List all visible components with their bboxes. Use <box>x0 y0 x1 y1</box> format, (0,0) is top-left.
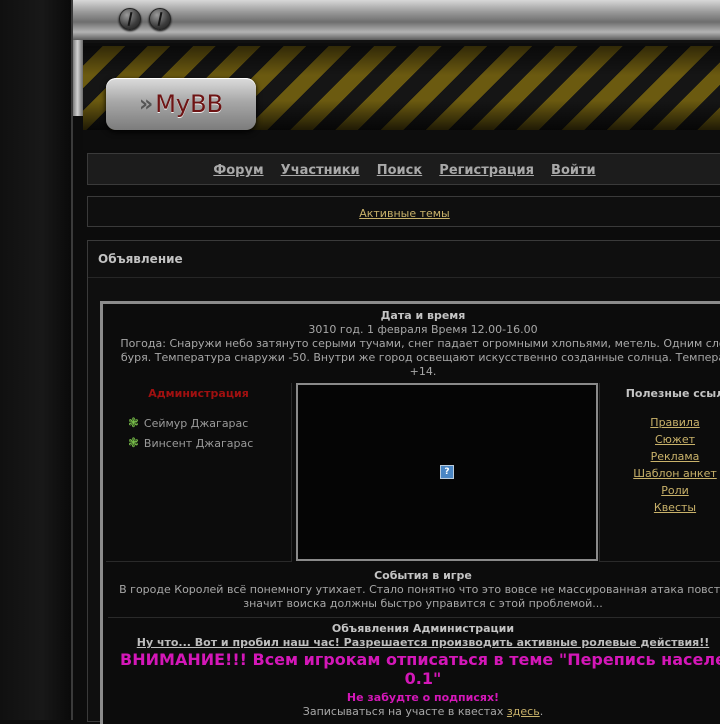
admin-news-block: Объявления Администрации Ну что... Вот и… <box>103 618 720 719</box>
useful-links-title: Полезные ссыл <box>625 387 720 400</box>
chevron-logo-icon: » <box>138 91 153 117</box>
info-columns: Администрация ❃ Сеймур Джагарас ❃ Винсент … <box>103 383 720 565</box>
weather-line: буря. Температура снаружи -50. Внутри же… <box>120 351 720 364</box>
announcement-panel: Объявление Дата и время 3010 год. 1 февр… <box>87 240 720 724</box>
administration-column: Администрация ❃ Сеймур Джагарас ❃ Винсент … <box>106 383 292 562</box>
left-side-panel <box>0 0 71 720</box>
plot-link[interactable]: Сюжет <box>600 431 720 448</box>
quests-signup-text: Записываться на участе в квестах <box>302 705 507 718</box>
signature-reminder: Не забудте о подписях! <box>346 691 500 704</box>
roleplay-start-link[interactable]: Ну что... Вот и пробил наш час! Разрешае… <box>137 636 710 649</box>
quests-signup-period: . <box>539 705 544 718</box>
logo-text: MyBB <box>155 90 224 118</box>
list-item[interactable]: ❃ Винсент Джагарас <box>128 434 291 454</box>
events-block: События в игре В городе Королей всё поне… <box>103 565 720 617</box>
census-warning: ВНИМАНИЕ!!! Всем игрокам отписаться в те… <box>120 650 720 669</box>
announcement-divider <box>88 277 720 278</box>
nav-forum-link[interactable]: Форум <box>213 163 263 178</box>
datetime-block: Дата и время 3010 год. 1 февраля Время 1… <box>103 304 720 383</box>
header-bottom <box>83 130 720 150</box>
list-item[interactable]: ❃ Сеймур Джагарас <box>128 414 291 434</box>
admin-name: Винсент Джагарас <box>143 437 254 450</box>
events-title: События в игре <box>374 569 472 582</box>
admin-news-title: Объявления Администрации <box>331 622 515 635</box>
quests-link[interactable]: Квесты <box>600 499 720 516</box>
admin-list: ❃ Сеймур Джагарас ❃ Винсент Джагарас <box>106 414 291 454</box>
image-frame: ? <box>296 383 598 561</box>
census-warning-version: 0.1" <box>404 669 442 688</box>
main-navigation: Форум Участники Поиск Регистрация Войти <box>87 153 720 185</box>
quests-signup-line: Записываться на участе в квестах здесь. <box>103 705 720 719</box>
announcement-frame: Дата и время 3010 год. 1 февраля Время 1… <box>100 301 720 724</box>
screw-icon <box>119 8 141 30</box>
nav-search-link[interactable]: Поиск <box>377 163 422 178</box>
events-line: значит воиска должны быстро управится с … <box>243 597 603 610</box>
useful-links-column: Полезные ссыл Правила Сюжет Реклама Шабл… <box>599 383 720 562</box>
advertising-link[interactable]: Реклама <box>600 448 720 465</box>
datetime-line: 3010 год. 1 февраля Время 12.00-16.00 <box>308 323 538 336</box>
administration-title: Администрация <box>148 387 249 400</box>
forum-logo[interactable]: » MyBB <box>106 78 256 130</box>
nav-members-link[interactable]: Участники <box>281 163 360 178</box>
header-divider <box>73 40 720 43</box>
datetime-title: Дата и время <box>380 309 466 322</box>
active-topics-link[interactable]: Активные темы <box>359 207 450 220</box>
header-metal-bar <box>73 0 720 42</box>
weather-line: Погода: Снаружи небо затянуто серыми туч… <box>120 337 720 350</box>
header-pipe <box>73 40 83 116</box>
nav-login-link[interactable]: Войти <box>551 163 596 178</box>
events-line: В городе Королей всё понемногу утихает. … <box>119 583 720 596</box>
admin-name: Сеймур Джагарас <box>143 417 249 430</box>
rules-link[interactable]: Правила <box>600 414 720 431</box>
profile-template-link[interactable]: Шаблон анкет <box>600 465 720 482</box>
useful-links-list: Правила Сюжет Реклама Шаблон анкет Роли … <box>600 414 720 516</box>
clover-icon: ❃ <box>128 416 139 431</box>
announcement-title: Объявление <box>98 252 183 266</box>
nav-register-link[interactable]: Регистрация <box>439 163 534 178</box>
clover-icon: ❃ <box>128 436 139 451</box>
roles-link[interactable]: Роли <box>600 482 720 499</box>
screw-icon <box>149 8 171 30</box>
weather-line: +14. <box>409 365 437 378</box>
quests-signup-link[interactable]: здесь <box>507 705 540 718</box>
broken-image-icon: ? <box>440 465 454 479</box>
active-topics-bar: Активные темы <box>87 196 720 227</box>
